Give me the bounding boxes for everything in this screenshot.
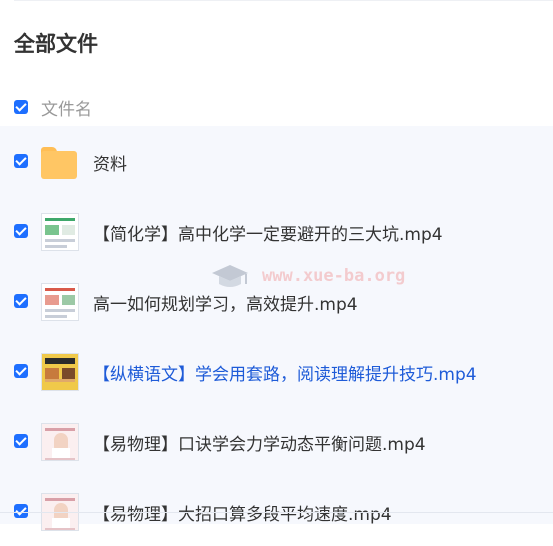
folder-icon: [41, 143, 79, 181]
video-thumbnail-icon: [41, 353, 79, 391]
file-row[interactable]: 高一如何规划学习，高效提升.mp4: [0, 266, 553, 336]
file-name[interactable]: 资料: [93, 150, 127, 175]
column-header-filename[interactable]: 文件名: [41, 95, 92, 120]
file-row-partial[interactable]: 【易物理】大招口算多段平均速度.mp4: [0, 476, 553, 546]
file-row-hovered[interactable]: 【纵横语文】学会用套路，阅读理解提升技巧.mp4: [0, 336, 553, 406]
row-checkbox[interactable]: [14, 364, 28, 378]
bottom-divider: [0, 512, 553, 513]
file-row[interactable]: 【简化学】高中化学一定要避开的三大坑.mp4: [0, 196, 553, 266]
video-thumbnail-icon: [41, 213, 79, 251]
row-checkbox[interactable]: [14, 294, 28, 308]
file-row-folder[interactable]: 资料: [0, 126, 553, 196]
file-name[interactable]: 【易物理】口诀学会力学动态平衡问题.mp4: [93, 430, 426, 455]
file-list: 资料 【简化学】高中化学一定要避开的三大坑.mp4 高一如何规划学习，高效提升.…: [0, 126, 553, 531]
row-checkbox[interactable]: [14, 154, 28, 168]
list-header: 文件名: [0, 90, 553, 124]
row-checkbox[interactable]: [14, 504, 28, 518]
file-name[interactable]: 高一如何规划学习，高效提升.mp4: [93, 290, 358, 315]
row-checkbox[interactable]: [14, 224, 28, 238]
top-divider: [14, 0, 553, 1]
select-all-checkbox[interactable]: [14, 100, 28, 114]
file-name[interactable]: 【简化学】高中化学一定要避开的三大坑.mp4: [93, 220, 443, 245]
file-row[interactable]: 【易物理】口诀学会力学动态平衡问题.mp4: [0, 406, 553, 476]
page-title: 全部文件: [14, 32, 98, 56]
video-thumbnail-icon: [41, 283, 79, 321]
video-thumbnail-icon: [41, 423, 79, 461]
row-checkbox[interactable]: [14, 434, 28, 448]
file-name-link[interactable]: 【纵横语文】学会用套路，阅读理解提升技巧.mp4: [93, 360, 477, 385]
